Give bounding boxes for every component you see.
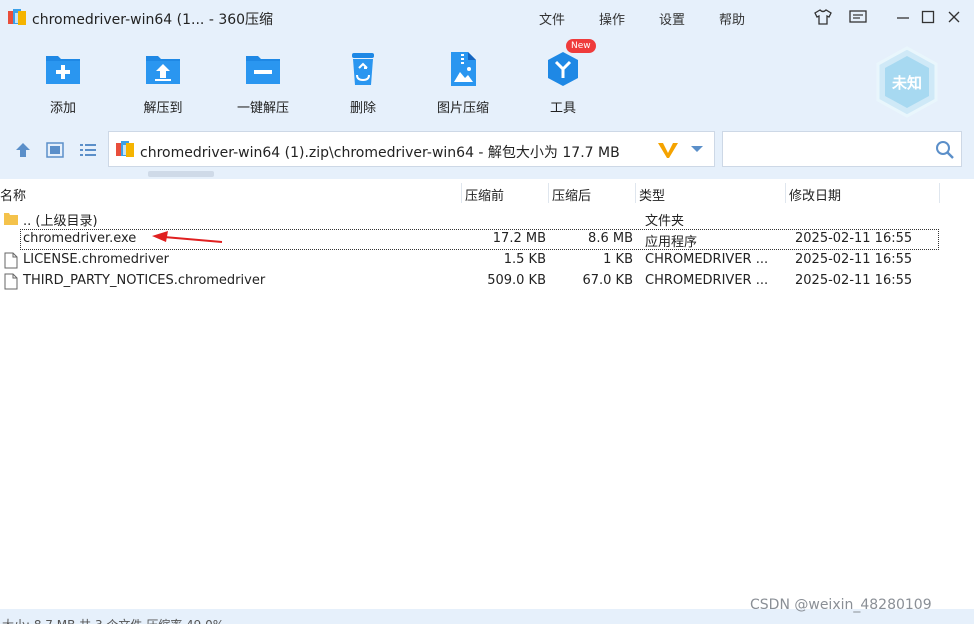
toolbar-tools-label: 工具 — [549, 101, 576, 116]
dropdown-arrow-icon[interactable] — [689, 141, 705, 157]
menu-operation[interactable]: 操作 — [599, 9, 625, 28]
search-icon[interactable] — [935, 140, 955, 160]
row-date: 2025-02-11 16:55 — [795, 231, 913, 246]
row-type: 应用程序 — [645, 235, 698, 250]
file-list: 名称 压缩前 压缩后 类型 修改日期 .. (上级目录) 文件夹 chromed… — [0, 179, 974, 609]
column-divider[interactable] — [461, 183, 462, 203]
row-original-size: 509.0 KB — [487, 273, 546, 288]
arrow-up-icon — [16, 143, 30, 157]
table-row[interactable]: THIRD_PARTY_NOTICES.chromedriver 509.0 K… — [0, 271, 940, 292]
column-divider[interactable] — [635, 183, 636, 203]
recycle-bin-icon — [352, 53, 374, 85]
minimize-button[interactable] — [892, 6, 914, 28]
row-name: .. (上级目录) — [23, 214, 98, 229]
minimize-icon — [897, 17, 909, 19]
toolbar-tools-button[interactable]: 工具 — [518, 44, 608, 120]
zip-archive-icon — [116, 141, 134, 157]
maximize-icon — [921, 10, 935, 24]
list-view-button[interactable] — [77, 140, 99, 160]
column-header-name[interactable]: 名称 — [0, 185, 26, 204]
column-divider[interactable] — [548, 183, 549, 203]
thumbnail-view-icon — [46, 142, 64, 158]
shirt-icon — [814, 9, 832, 25]
row-name: THIRD_PARTY_NOTICES.chromedriver — [23, 273, 266, 288]
row-type: CHROMEDRIVER ... — [645, 252, 769, 267]
toolbar-extract-to-label: 解压到 — [143, 101, 183, 116]
app-window: chromedriver-win64 (1... - 360压缩 文件 操作 设… — [0, 0, 974, 624]
toolbar-delete-button[interactable]: 删除 — [318, 44, 408, 120]
row-type: CHROMEDRIVER ... — [645, 273, 769, 288]
row-original-size: 1.5 KB — [503, 252, 546, 267]
level-badge-text: 未知 — [891, 74, 922, 92]
extract-to-icon — [146, 56, 180, 84]
title-bar: chromedriver-win64 (1... - 360压缩 文件 操作 设… — [0, 0, 974, 34]
one-click-extract-icon — [246, 56, 280, 84]
toolbar-add-label: 添加 — [49, 101, 76, 116]
message-icon — [849, 10, 867, 23]
toolbar-image-compress-label: 图片压缩 — [436, 101, 489, 116]
toolbar-delete-label: 删除 — [349, 101, 376, 116]
toolbar-one-click-extract-button[interactable]: 一键解压 — [218, 44, 308, 120]
row-compressed-size: 1 KB — [603, 252, 633, 267]
toolbar-extract-to-button[interactable]: 解压到 — [118, 44, 208, 120]
watermark: CSDN @weixin_48280109 — [750, 597, 932, 613]
row-name: LICENSE.chromedriver — [23, 252, 169, 267]
row-original-size: 17.2 MB — [492, 231, 546, 246]
address-bar[interactable]: chromedriver-win64 (1).zip\chromedriver-… — [108, 131, 715, 167]
column-header-modified-date[interactable]: 修改日期 — [789, 185, 841, 204]
address-path: chromedriver-win64 (1).zip\chromedriver-… — [140, 145, 620, 161]
table-row-parent-dir[interactable]: .. (上级目录) 文件夹 — [0, 208, 940, 229]
close-icon — [948, 11, 960, 23]
v-logo-icon[interactable] — [657, 141, 679, 159]
search-box[interactable] — [722, 131, 962, 167]
toolbar-one-click-extract-label: 一键解压 — [236, 101, 289, 116]
zip-archive-icon — [8, 9, 26, 25]
thumbnail-view-button[interactable] — [44, 140, 66, 160]
file-icon — [4, 273, 18, 290]
column-divider[interactable] — [939, 183, 940, 203]
annotation-arrow-icon — [152, 231, 223, 243]
toolbar-image-compress-button[interactable]: 图片压缩 — [418, 44, 508, 120]
maximize-button[interactable] — [917, 6, 939, 28]
status-text: 大小: 8.7 MB 共 3 个文件 压缩率 49.0% — [2, 616, 224, 624]
new-badge: New — [566, 39, 596, 53]
column-header-compressed-size[interactable]: 压缩后 — [552, 185, 591, 204]
table-row[interactable]: LICENSE.chromedriver 1.5 KB 1 KB CHROMED… — [0, 250, 940, 271]
tools-icon — [548, 52, 578, 86]
add-archive-icon — [46, 56, 80, 84]
menu-help[interactable]: 帮助 — [719, 9, 745, 28]
column-header-type[interactable]: 类型 — [639, 185, 665, 204]
row-name: chromedriver.exe — [23, 231, 137, 246]
column-header-original-size[interactable]: 压缩前 — [465, 185, 504, 204]
row-compressed-size: 8.6 MB — [588, 231, 633, 246]
row-compressed-size: 67.0 KB — [582, 273, 633, 288]
row-type: 文件夹 — [645, 214, 685, 229]
list-view-icon — [80, 144, 96, 156]
window-title: chromedriver-win64 (1... - 360压缩 — [32, 12, 274, 28]
toolbar-scroll-thumb[interactable] — [148, 171, 214, 177]
row-date: 2025-02-11 16:55 — [795, 252, 913, 267]
feedback-button[interactable] — [847, 6, 869, 28]
folder-icon — [4, 213, 18, 225]
close-button[interactable] — [943, 6, 965, 28]
menu-file[interactable]: 文件 — [539, 9, 565, 28]
file-icon — [4, 252, 18, 269]
row-date: 2025-02-11 16:55 — [795, 273, 913, 288]
menu-settings[interactable]: 设置 — [659, 9, 685, 28]
image-compress-icon — [451, 52, 476, 86]
skin-button[interactable] — [812, 6, 834, 28]
up-level-button[interactable] — [12, 140, 34, 160]
column-divider[interactable] — [785, 183, 786, 203]
toolbar-add-button[interactable]: 添加 — [18, 44, 108, 120]
